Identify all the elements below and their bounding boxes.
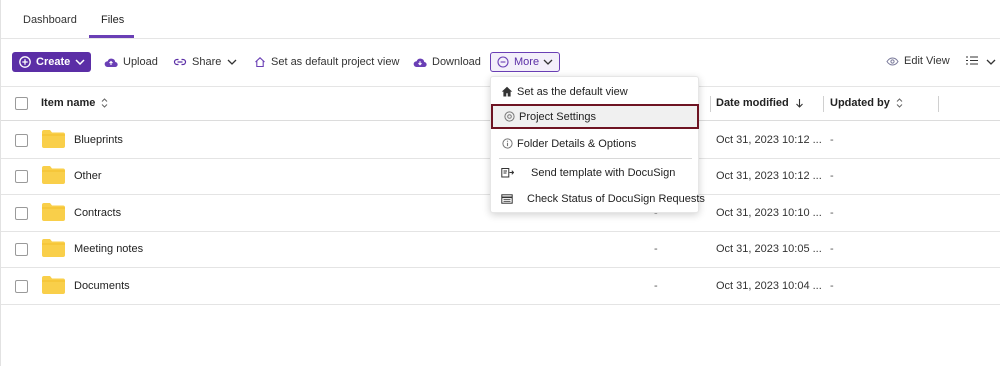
- date-modified: Oct 31, 2023 10:10 ...: [716, 207, 822, 219]
- menu-separator: [499, 158, 692, 159]
- updated-by: -: [830, 280, 834, 292]
- column-separator[interactable]: [938, 96, 939, 112]
- menu-item-label: Check Status of DocuSign Requests: [527, 192, 705, 205]
- folder-icon: [42, 203, 65, 221]
- send-template-icon: [501, 167, 517, 178]
- column-separator[interactable]: [823, 96, 824, 112]
- menu-item-folder-details[interactable]: Folder Details & Options: [491, 131, 700, 156]
- download-button[interactable]: Download: [413, 52, 481, 72]
- updated-by: -: [830, 243, 834, 255]
- upload-label: Upload: [123, 56, 158, 68]
- more-label: More: [514, 56, 540, 68]
- info-icon: [501, 138, 513, 149]
- column-item-name-label: Item name: [41, 97, 96, 109]
- row-checkbox[interactable]: [15, 207, 28, 220]
- column-date-modified-label: Date modified: [716, 97, 789, 109]
- updated-by: -: [830, 170, 834, 182]
- menu-item-label: Folder Details & Options: [517, 137, 637, 150]
- folder-icon: [42, 239, 65, 257]
- row-checkbox[interactable]: [15, 280, 28, 293]
- edit-view-button[interactable]: Edit View: [886, 55, 950, 67]
- column-updated-by-label: Updated by: [830, 97, 890, 109]
- date-modified: Oct 31, 2023 10:12 ...: [716, 134, 822, 146]
- list-view-icon: [966, 56, 978, 68]
- share-label: Share: [192, 56, 222, 68]
- menu-item-project-settings[interactable]: Project Settings: [491, 104, 699, 129]
- tab-dashboard[interactable]: Dashboard: [23, 14, 77, 26]
- toolbar: Create Upload Share Set as default proje…: [1, 46, 1000, 78]
- date-modified: Oct 31, 2023 10:05 ...: [716, 243, 822, 255]
- active-tab-indicator: [89, 35, 134, 38]
- cloud-download-icon: [413, 57, 427, 68]
- more-circle-icon: [497, 56, 509, 68]
- menu-item-check-docusign-status[interactable]: Check Status of DocuSign Requests: [491, 186, 705, 211]
- gear-icon: [503, 111, 515, 122]
- more-dropdown-menu: Set as the default view Project Settings…: [490, 76, 705, 213]
- tab-bar: Dashboard Files: [1, 0, 1000, 39]
- home-outline-icon: [254, 56, 266, 68]
- folder-icon: [42, 130, 65, 148]
- set-default-view-button[interactable]: Set as default project view: [254, 52, 399, 72]
- menu-item-label: Project Settings: [519, 110, 597, 123]
- item-size: -: [654, 280, 658, 292]
- cloud-upload-icon: [104, 57, 118, 68]
- upload-button[interactable]: Upload: [104, 52, 158, 72]
- folder-icon: [42, 166, 65, 184]
- column-updated-by[interactable]: Updated by: [830, 97, 903, 109]
- table-row[interactable]: Meeting notes - Oct 31, 2023 10:05 ... -: [1, 231, 1000, 268]
- share-button[interactable]: Share: [173, 52, 237, 72]
- tab-files[interactable]: Files: [101, 14, 124, 26]
- menu-item-set-default-view[interactable]: Set as the default view: [491, 79, 700, 104]
- item-size: -: [654, 243, 658, 255]
- column-separator[interactable]: [710, 96, 711, 112]
- sort-icon: [101, 98, 108, 108]
- select-all-checkbox[interactable]: [15, 97, 28, 110]
- plus-circle-icon: [19, 56, 31, 68]
- row-checkbox[interactable]: [15, 170, 28, 183]
- menu-item-label: Send template with DocuSign: [531, 166, 676, 179]
- home-icon: [501, 86, 513, 97]
- row-checkbox[interactable]: [15, 243, 28, 256]
- more-button[interactable]: More: [490, 52, 560, 72]
- sort-descending-icon: [795, 98, 804, 108]
- column-date-modified[interactable]: Date modified: [716, 97, 804, 109]
- create-label: Create: [36, 56, 71, 68]
- view-options-dropdown[interactable]: [966, 56, 996, 68]
- item-name[interactable]: Documents: [74, 280, 130, 292]
- menu-item-send-docusign-template[interactable]: Send template with DocuSign: [491, 160, 700, 185]
- link-icon: [173, 57, 187, 67]
- menu-item-label: Set as the default view: [517, 85, 628, 98]
- sort-icon: [896, 98, 903, 108]
- column-item-name[interactable]: Item name: [41, 97, 108, 109]
- item-name[interactable]: Other: [74, 170, 102, 182]
- date-modified: Oct 31, 2023 10:12 ...: [716, 170, 822, 182]
- chevron-down-icon: [227, 59, 237, 65]
- table-row[interactable]: Documents - Oct 31, 2023 10:04 ... -: [1, 268, 1000, 305]
- item-name[interactable]: Contracts: [74, 207, 121, 219]
- chevron-down-icon: [75, 59, 85, 65]
- row-checkbox[interactable]: [15, 134, 28, 147]
- updated-by: -: [830, 207, 834, 219]
- edit-view-label: Edit View: [904, 55, 950, 67]
- set-default-view-label: Set as default project view: [271, 56, 400, 68]
- item-name[interactable]: Meeting notes: [74, 243, 143, 255]
- updated-by: -: [830, 134, 834, 146]
- download-label: Download: [432, 56, 481, 68]
- folder-icon: [42, 276, 65, 294]
- chevron-down-icon: [543, 59, 553, 65]
- chevron-down-icon: [986, 56, 996, 68]
- item-name[interactable]: Blueprints: [74, 134, 123, 146]
- eye-icon: [886, 56, 899, 66]
- date-modified: Oct 31, 2023 10:04 ...: [716, 280, 822, 292]
- app-frame: Dashboard Files Create Upload Share Set …: [0, 0, 1000, 366]
- create-button[interactable]: Create: [12, 52, 91, 72]
- status-list-icon: [501, 193, 513, 204]
